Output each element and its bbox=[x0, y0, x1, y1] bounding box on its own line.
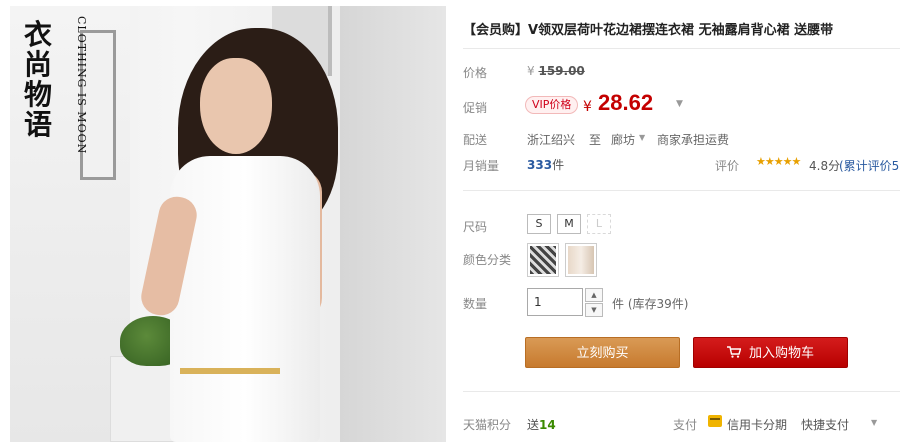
model-face bbox=[200, 58, 272, 154]
size-option-l[interactable]: L bbox=[587, 214, 611, 234]
shipping-label: 配送 bbox=[463, 133, 488, 147]
payment-label: 支付 bbox=[673, 418, 698, 432]
chevron-down-icon[interactable]: ▼ bbox=[639, 133, 645, 142]
chevron-down-icon[interactable]: ▼ bbox=[871, 418, 877, 427]
photo-door bbox=[340, 6, 446, 442]
tmall-points-value: 送14 bbox=[527, 416, 556, 433]
current-currency-symbol: ¥ bbox=[583, 99, 592, 115]
brand-logo-english: CLOTHING IS MOON bbox=[58, 16, 98, 156]
divider bbox=[463, 391, 900, 392]
quantity-decrease-icon[interactable]: ▼ bbox=[585, 303, 603, 317]
points-give-word: 送 bbox=[527, 418, 540, 432]
color-label: 颜色分类 bbox=[463, 253, 512, 267]
divider bbox=[463, 48, 900, 49]
price-label: 价格 bbox=[463, 66, 488, 80]
quantity-input[interactable]: 1 bbox=[527, 288, 583, 316]
original-price: ¥ 159.00 bbox=[527, 64, 585, 78]
quantity-increase-icon[interactable]: ▲ bbox=[585, 288, 603, 302]
monthly-sales-number: 333 bbox=[527, 158, 553, 172]
color-option-white-thumbnail[interactable] bbox=[565, 243, 597, 277]
shipping-fee-note: 商家承担运费 bbox=[657, 133, 730, 147]
buy-now-button[interactable]: 立刻购买 bbox=[525, 337, 680, 368]
monthly-sales-label: 月销量 bbox=[463, 159, 500, 173]
size-label: 尺码 bbox=[463, 220, 488, 234]
credit-card-icon bbox=[708, 415, 722, 427]
promo-label: 促销 bbox=[463, 101, 488, 115]
quick-pay-link[interactable]: 快捷支付 bbox=[801, 416, 849, 433]
tmall-points-label: 天猫积分 bbox=[463, 418, 512, 432]
star-rating-icon: ★★★★★ bbox=[756, 155, 801, 168]
product-title: 【会员购】V领双层荷叶花边裙摆连衣裙 无袖露肩背心裙 送腰带 bbox=[463, 23, 834, 38]
rating-label: 评价 bbox=[715, 159, 740, 173]
product-info-panel: 【会员购】V领双层荷叶花边裙摆连衣裙 无袖露肩背心裙 送腰带 价格 ¥ 159.… bbox=[463, 0, 900, 447]
review-count-link[interactable]: (累计评价5) bbox=[839, 157, 900, 174]
original-price-value: 159.00 bbox=[538, 64, 585, 78]
divider bbox=[463, 190, 900, 191]
product-photo[interactable]: 衣尚物语 CLOTHING IS MOON bbox=[10, 6, 446, 442]
brand-logo-english-text: CLOTHING IS MOON bbox=[75, 16, 88, 155]
model-gold-belt bbox=[180, 368, 280, 374]
monthly-sales-count: 333件 bbox=[527, 156, 564, 173]
shipping-destination-select[interactable]: 廊坊 bbox=[611, 131, 635, 148]
model-white-dress bbox=[170, 156, 320, 442]
monthly-sales-unit: 件 bbox=[552, 158, 565, 172]
currency-symbol: ¥ bbox=[527, 64, 535, 78]
stock-info: 件 (库存39件) bbox=[612, 297, 689, 311]
rating-score: 4.8分 bbox=[809, 159, 841, 173]
chevron-down-icon[interactable]: ▼ bbox=[676, 99, 683, 109]
color-swatch-image bbox=[568, 246, 594, 274]
add-to-cart-button[interactable]: 加入购物车 bbox=[693, 337, 848, 368]
vip-price-badge: VIP价格 bbox=[525, 96, 579, 114]
quantity-label: 数量 bbox=[463, 297, 488, 311]
color-option-pattern-thumbnail[interactable] bbox=[527, 243, 559, 277]
size-option-m[interactable]: M bbox=[557, 214, 581, 234]
credit-installment-link[interactable]: 信用卡分期 bbox=[727, 416, 787, 433]
shipping-to-word: 至 bbox=[589, 133, 602, 147]
color-swatch-image bbox=[530, 246, 556, 274]
shopping-cart-icon bbox=[726, 346, 741, 358]
shipping-origin: 浙江绍兴 bbox=[527, 133, 576, 147]
size-option-s[interactable]: S bbox=[527, 214, 551, 234]
current-price: 28.62 bbox=[598, 90, 654, 115]
add-to-cart-label: 加入购物车 bbox=[748, 346, 814, 361]
points-number: 14 bbox=[539, 418, 556, 432]
